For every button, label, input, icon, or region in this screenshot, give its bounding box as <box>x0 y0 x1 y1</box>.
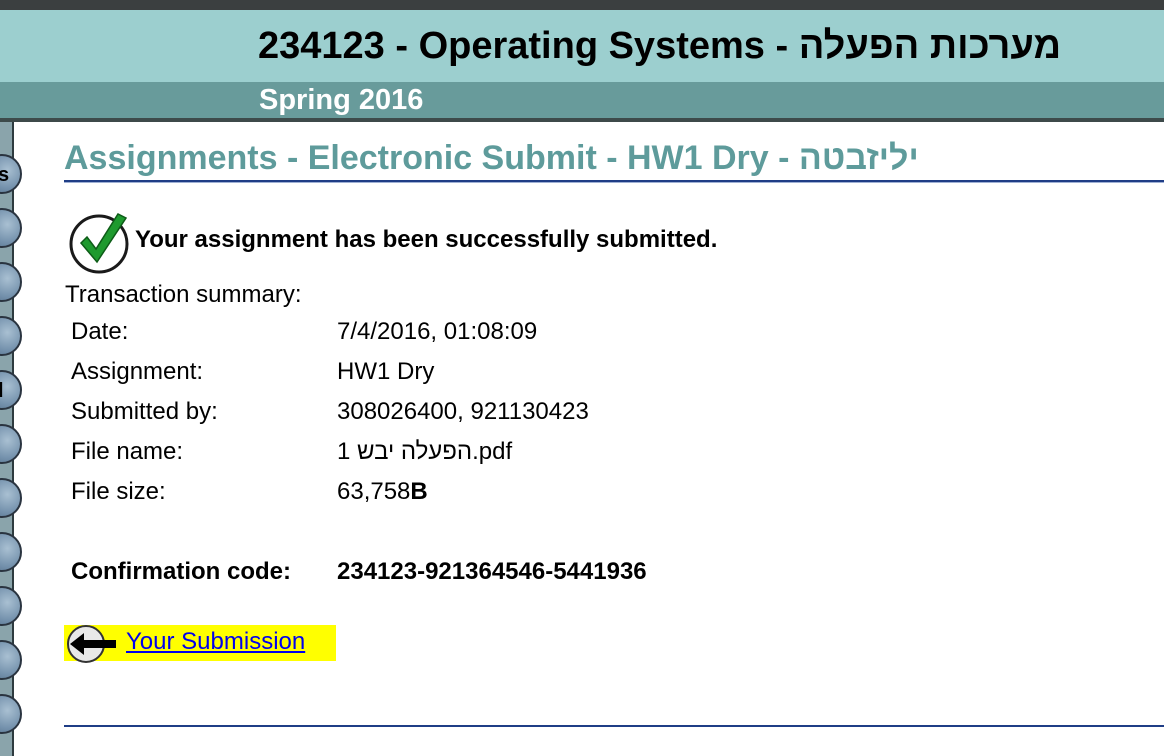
sidebar-tab[interactable] <box>0 640 22 680</box>
header-divider <box>0 118 1164 122</box>
sidebar-tab-letter: s <box>0 164 10 186</box>
back-arrow-icon <box>67 625 116 663</box>
file-size-unit: B <box>410 478 428 505</box>
row-value-group: 63,758B <box>337 478 428 506</box>
row-value: HW1 Dry <box>337 358 435 385</box>
sidebar-tab[interactable] <box>0 478 22 518</box>
page-heading: Assignments - Electronic Submit - HW1 Dr… <box>64 139 919 177</box>
top-strip <box>0 0 1164 10</box>
course-title: 234123 - Operating Systems - מערכות הפעל… <box>258 25 1062 67</box>
sidebar-tab[interactable] <box>0 424 22 464</box>
file-size-value: 63,758 <box>337 478 411 505</box>
confirmation-label: Confirmation code: <box>71 558 291 585</box>
sidebar-menu: s l <box>0 122 22 756</box>
sidebar-tab[interactable] <box>0 208 22 248</box>
row-label: Assignment: <box>71 358 204 385</box>
row-label: Date: <box>71 318 129 345</box>
row-value: 308026400, 921130423 <box>337 398 589 425</box>
sidebar-tab[interactable] <box>0 316 22 356</box>
your-submission-link-text[interactable]: Your Submission <box>126 628 305 656</box>
check-icon <box>69 213 129 274</box>
sidebar-tab[interactable] <box>0 532 22 572</box>
row-value: הפעלה יבש 1.pdf <box>337 438 513 465</box>
row-label: Submitted by: <box>71 398 218 425</box>
row-label: File size: <box>71 478 166 505</box>
sidebar-tab[interactable] <box>0 694 22 734</box>
row-value: 7/4/2016, 01:08:09 <box>337 318 538 345</box>
footer-rule <box>64 725 1164 727</box>
confirmation-code: 234123-921364546-5441936 <box>337 558 647 585</box>
sidebar-tab[interactable] <box>0 586 22 626</box>
transaction-summary-label: Transaction summary: <box>65 281 302 308</box>
heading-rule <box>64 180 1164 183</box>
sidebar-tab[interactable] <box>0 262 22 302</box>
success-message: Your assignment has been successfully su… <box>135 226 718 253</box>
sidebar-tab-letter: l <box>0 380 4 402</box>
your-submission-link[interactable]: Your Submission <box>64 625 336 663</box>
row-label: File name: <box>71 438 184 465</box>
semester-bar <box>0 82 1164 118</box>
semester-label: Spring 2016 <box>259 84 424 116</box>
